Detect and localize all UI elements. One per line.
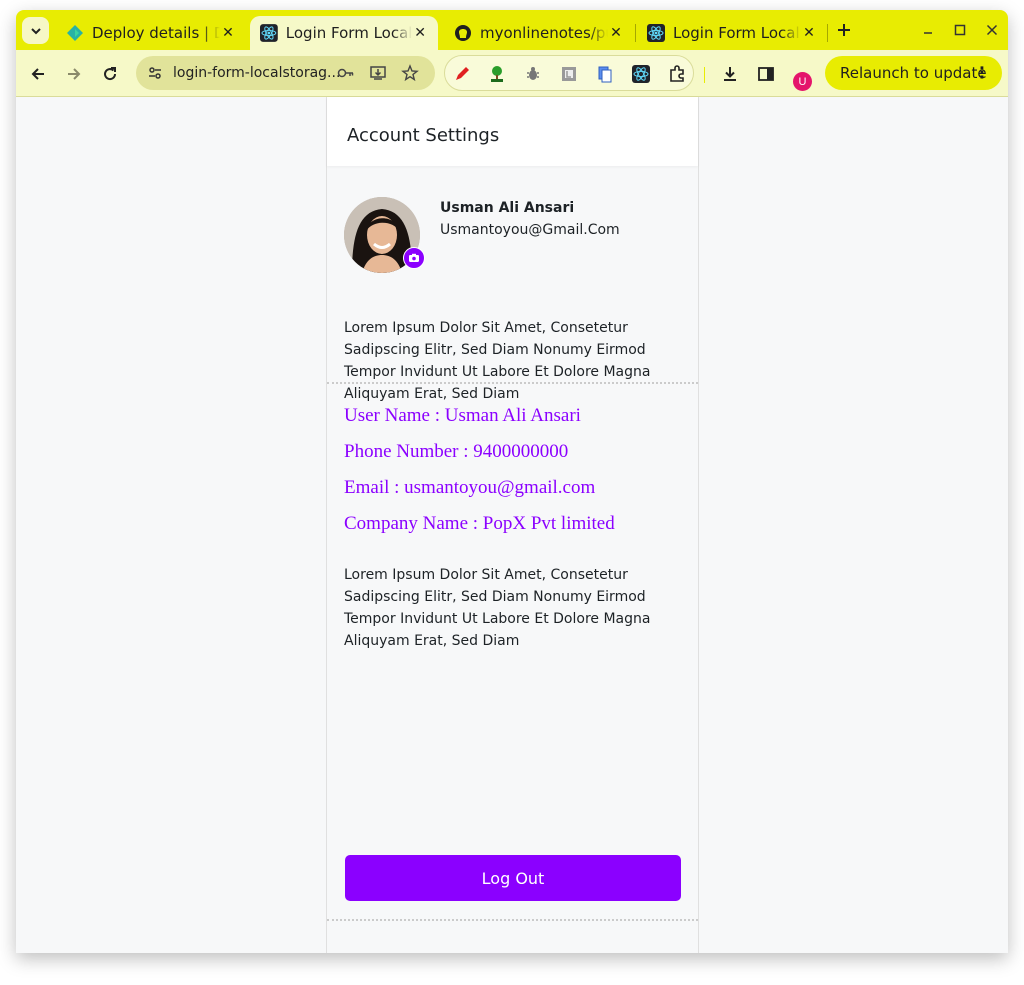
tree-extension-icon[interactable] <box>488 65 506 83</box>
profile-avatar[interactable]: U <box>793 72 812 91</box>
url-text: login-form-localstorag... <box>173 65 341 81</box>
dotted-divider <box>327 382 698 384</box>
tab-login-form[interactable]: Login Form LocalStorage ✕ <box>637 16 827 50</box>
toolbar-separator <box>704 67 705 83</box>
forward-button[interactable] <box>62 62 86 86</box>
tab-search-button[interactable] <box>22 17 49 44</box>
side-panel-icon[interactable] <box>756 64 776 84</box>
more-menu-icon[interactable]: ⋮ <box>974 63 990 82</box>
new-tab-button[interactable] <box>832 18 856 42</box>
page-title: Account Settings <box>347 125 500 146</box>
close-tab-icon[interactable]: ✕ <box>412 25 428 41</box>
tab-separator <box>635 24 636 42</box>
profile-name: Usman Ali Ansari <box>440 200 575 216</box>
github-icon <box>455 25 471 41</box>
tab-separator <box>827 24 828 42</box>
account-settings-card: Account Settings Usman Ali Ansari Usmant… <box>326 97 699 953</box>
tab-title: myonlinenotes/public <box>480 24 608 42</box>
chevron-down-icon <box>30 27 41 34</box>
profile-email: Usmantoyou@Gmail.Com <box>440 222 620 238</box>
react-devtools-extension-icon[interactable] <box>632 65 650 83</box>
browser-toolbar: login-form-localstorag... U Relaunch to … <box>16 50 1008 97</box>
bookmark-star-icon[interactable] <box>401 64 419 82</box>
page-viewport: Account Settings Usman Ali Ansari Usmant… <box>16 97 1008 953</box>
detail-email: Email : usmantoyou@gmail.com <box>344 477 596 498</box>
reload-button[interactable] <box>98 62 122 86</box>
reload-icon <box>104 67 117 81</box>
logout-button[interactable]: Log Out <box>345 855 681 901</box>
react-icon <box>647 24 665 42</box>
netlify-icon <box>67 25 83 41</box>
arrow-right-icon <box>68 68 81 80</box>
react-icon <box>260 24 278 42</box>
bug-extension-icon[interactable] <box>524 65 542 83</box>
relaunch-label: Relaunch to update <box>840 64 987 82</box>
close-tab-icon[interactable]: ✕ <box>220 25 236 41</box>
extensions-group <box>444 55 694 91</box>
arrow-left-icon <box>31 68 44 80</box>
back-button[interactable] <box>26 62 50 86</box>
minimize-button[interactable] <box>916 18 940 42</box>
tab-strip: Deploy details | Deploy ✕ Login Form Loc… <box>16 10 1008 50</box>
close-window-button[interactable] <box>980 18 1004 42</box>
detail-phone: Phone Number : 9400000000 <box>344 441 569 462</box>
close-tab-icon[interactable]: ✕ <box>608 25 624 41</box>
downloads-icon[interactable] <box>720 64 740 84</box>
bio-text-secondary: Lorem Ipsum Dolor Sit Amet, Consetetur S… <box>344 567 651 649</box>
change-photo-button[interactable] <box>403 247 425 269</box>
bio-text: Lorem Ipsum Dolor Sit Amet, Consetetur S… <box>344 320 651 402</box>
close-tab-icon[interactable]: ✕ <box>801 25 817 41</box>
tab-myonlinenotes[interactable]: myonlinenotes/public ✕ <box>444 16 634 50</box>
maximize-button[interactable] <box>948 18 972 42</box>
tab-title: Login Form LocalStorage <box>285 24 413 42</box>
copy-extension-icon[interactable] <box>596 65 614 83</box>
plus-icon <box>838 24 850 36</box>
minimize-icon <box>924 32 932 34</box>
dotted-divider <box>327 919 698 921</box>
browser-window: Deploy details | Deploy ✕ Login Form Loc… <box>16 10 1008 953</box>
site-settings-icon[interactable] <box>146 64 164 82</box>
camera-icon <box>409 253 419 262</box>
install-app-icon[interactable] <box>369 64 387 82</box>
detail-username: User Name : Usman Ali Ansari <box>344 405 581 426</box>
tab-deploy-details[interactable]: Deploy details | Deploy ✕ <box>56 16 246 50</box>
puzzle-extensions-icon[interactable] <box>668 65 686 83</box>
tab-title: Login Form LocalStorage <box>673 24 801 42</box>
maximize-icon <box>954 24 966 36</box>
document-extension-icon[interactable] <box>560 65 578 83</box>
app-header: Account Settings <box>327 97 698 166</box>
tab-login-form-active[interactable]: Login Form LocalStorage ✕ <box>250 16 438 50</box>
close-icon <box>986 24 998 36</box>
relaunch-button[interactable]: Relaunch to update ⋮ <box>825 56 1002 90</box>
tab-title: Deploy details | Deploy <box>92 24 220 42</box>
address-bar[interactable]: login-form-localstorag... <box>136 56 435 90</box>
pen-extension-icon[interactable] <box>453 65 471 83</box>
detail-company: Company Name : PopX Pvt limited <box>344 513 615 534</box>
key-icon[interactable] <box>337 64 355 82</box>
